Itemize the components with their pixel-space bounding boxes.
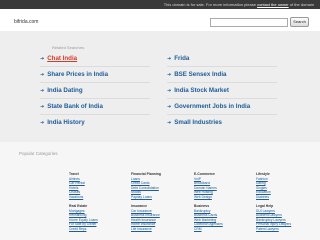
category-group: Real Estate Mortgages Refinancing Home Equi…	[69, 204, 129, 231]
category-group: Business Bankruptcy Business Cards Web Mark…	[194, 204, 254, 231]
sale-notice-suffix: of the domain	[288, 2, 314, 7]
related-searches-label: Related Searches:	[52, 45, 85, 50]
related-link[interactable]: ➜ India Stock Market	[167, 85, 297, 97]
category-link[interactable]: CRM	[194, 227, 254, 231]
header: bifrida.com Search	[0, 9, 320, 31]
related-link[interactable]: ➜ India History	[40, 117, 170, 129]
popular-categories-section: Popular Categories Travel Airlines Car Ren…	[0, 142, 320, 240]
related-link-label: Government Jobs in India	[174, 103, 251, 110]
related-link-label: State Bank of India	[47, 103, 103, 110]
category-link[interactable]: Vacations	[69, 195, 129, 199]
related-link[interactable]: ➜ BSE Sensex India	[167, 69, 297, 81]
related-link-label: Share Prices in India	[47, 71, 109, 78]
arrow-right-icon: ➜	[167, 56, 172, 62]
related-link[interactable]: ➜ Frida	[167, 53, 297, 65]
related-link-label: India Stock Market	[174, 87, 229, 94]
related-link[interactable]: ➜ State Bank of India	[40, 101, 170, 113]
arrow-right-icon: ➜	[40, 120, 45, 126]
related-link-label: Frida	[174, 55, 190, 62]
related-link[interactable]: ➜ Small Industries	[167, 117, 297, 129]
search-button[interactable]: Search	[290, 17, 309, 27]
link-divider	[40, 66, 150, 67]
related-link-label: India Dating	[47, 87, 83, 94]
category-link[interactable]: Credit Reps	[69, 227, 129, 231]
arrow-right-icon: ➜	[40, 72, 45, 78]
related-link[interactable]: ➜ Share Prices in India	[40, 69, 170, 81]
search-input[interactable]	[210, 18, 288, 27]
arrow-right-icon: ➜	[167, 72, 172, 78]
category-link[interactable]: Life Insurance	[131, 227, 191, 231]
sale-notice-text: This domain is for sale. For more inform…	[164, 0, 314, 9]
related-link[interactable]: ➜ Government Jobs in India	[167, 101, 297, 113]
arrow-right-icon: ➜	[40, 56, 45, 62]
related-link-label: India History	[47, 119, 85, 126]
category-link[interactable]: Payday Loans	[131, 195, 191, 199]
link-divider	[167, 66, 277, 67]
link-divider	[40, 114, 150, 115]
category-group: Lifestyle Fashion Dating Singles Education Di…	[256, 172, 316, 199]
related-link[interactable]: ➜ Chat India	[40, 53, 170, 65]
category-group: Financial Planning Loans Credit Cards Debt …	[131, 172, 191, 199]
category-group: E-Commerce VoIP Broadband Domain Names Web H…	[194, 172, 254, 199]
arrow-right-icon: ➜	[167, 120, 172, 126]
related-searches-panel: Related Searches: ➜ Chat India ➜ Frida ➜ Shar…	[0, 31, 320, 142]
link-divider	[167, 98, 277, 99]
link-divider	[40, 98, 150, 99]
sale-notice-bar: This domain is for sale. For more inform…	[0, 0, 320, 9]
sale-notice-prefix: This domain is for sale. For more inform…	[163, 2, 258, 7]
link-divider	[167, 82, 277, 83]
category-link[interactable]: Diabetes	[256, 195, 316, 199]
arrow-right-icon: ➜	[40, 88, 45, 94]
category-group: Travel Airlines Car Rental Hotels Cruises Vac…	[69, 172, 129, 199]
arrow-right-icon: ➜	[40, 104, 45, 110]
link-divider	[167, 114, 277, 115]
category-link[interactable]: Patent Lawyers	[256, 227, 316, 231]
related-link[interactable]: ➜ India Dating	[40, 85, 170, 97]
category-group: Insurance Car Insurance Business Insurance…	[131, 204, 191, 231]
related-link-label: Small Industries	[174, 119, 222, 126]
category-link[interactable]: Web Design	[194, 195, 254, 199]
domain-name: bifrida.com	[14, 19, 39, 25]
related-link-label: BSE Sensex India	[174, 71, 227, 78]
arrow-right-icon: ➜	[167, 104, 172, 110]
category-group: Legal Help DUI Lawyers Accident Lawyers Ban…	[256, 204, 316, 231]
related-link-label: Chat India	[47, 55, 78, 62]
popular-categories-label: Popular Categories	[19, 151, 58, 156]
contact-owner-link[interactable]: contact the owner	[257, 2, 289, 7]
link-divider	[40, 82, 150, 83]
arrow-right-icon: ➜	[167, 88, 172, 94]
